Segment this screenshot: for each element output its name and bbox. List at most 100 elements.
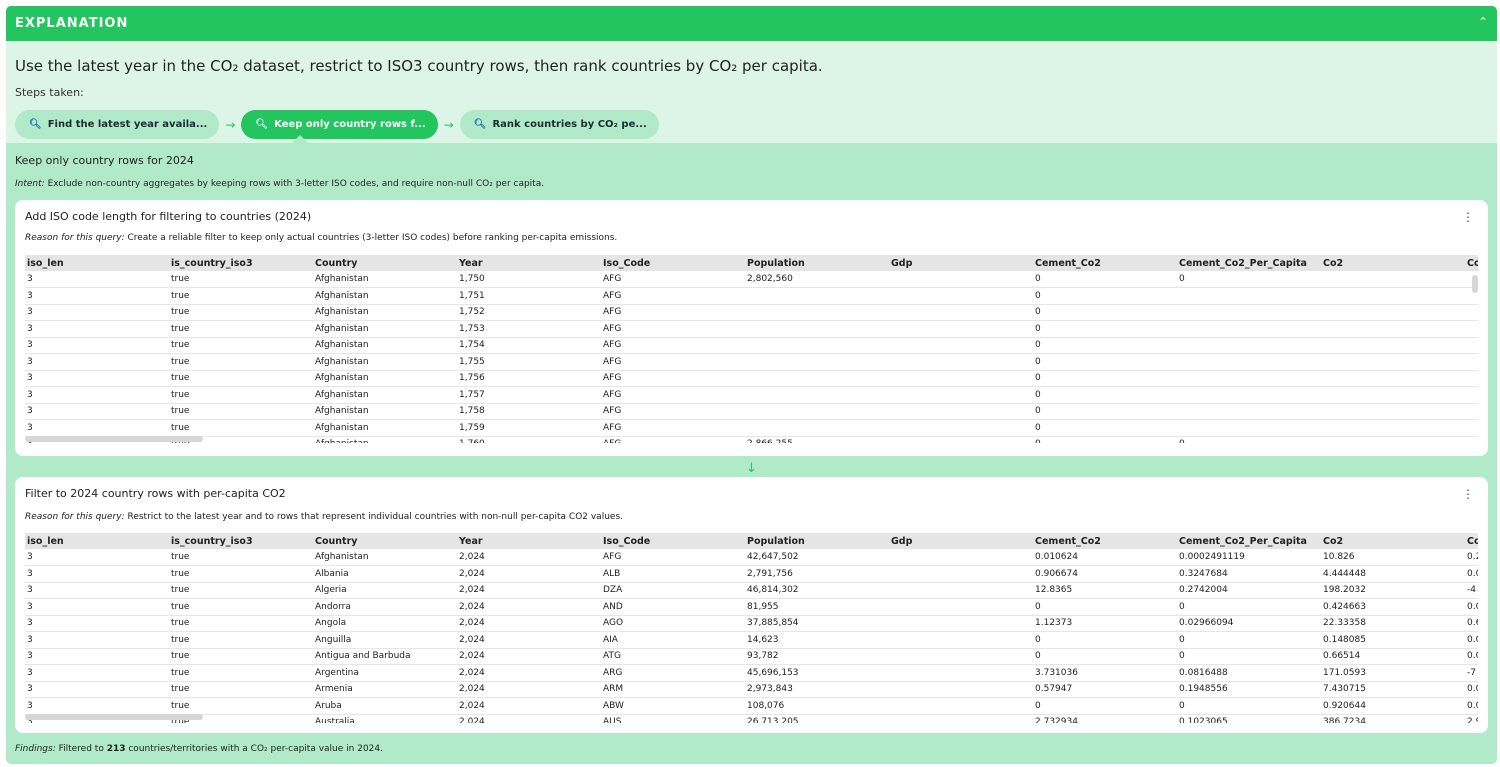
column-header[interactable]: iso_len — [25, 255, 169, 271]
chevron-up-icon[interactable]: ⌃ — [1478, 15, 1488, 29]
horizontal-scrollbar[interactable] — [25, 714, 203, 720]
table-cell — [1321, 436, 1465, 443]
column-header[interactable]: Iso_Code — [601, 533, 745, 549]
column-header[interactable]: Cement_Co2 — [1033, 533, 1177, 549]
table-cell: true — [169, 615, 313, 632]
table-cell: Afghanistan — [313, 370, 457, 387]
panel-header[interactable]: EXPLANATION ⌃ — [6, 6, 1497, 41]
table-cell: 0 — [1033, 320, 1177, 338]
table-cell: true — [169, 697, 313, 715]
step-pill-find-latest-year[interactable]: 🔍︎ Find the latest year availa... — [15, 110, 220, 139]
column-header[interactable]: Co2 — [1321, 255, 1465, 271]
column-header[interactable]: Gdp — [889, 533, 1033, 549]
table-cell — [1465, 370, 1478, 387]
table-cell: true — [169, 370, 313, 387]
table-cell — [745, 386, 889, 404]
table-cell: 0.906674 — [1033, 565, 1177, 583]
table-cell: true — [169, 304, 313, 321]
column-header[interactable]: Population — [745, 255, 889, 271]
table-cell: 0.424663 — [1321, 598, 1465, 616]
findings-text-before: Filtered to — [55, 744, 107, 754]
column-header[interactable]: Co — [1465, 255, 1478, 271]
table-cell — [1465, 304, 1478, 321]
table-cell: 108,076 — [745, 697, 889, 715]
table-cell — [889, 386, 1033, 404]
table-cell: 2.732934 — [1033, 714, 1177, 723]
table-cell: 1,750 — [457, 271, 601, 288]
findings: Findings: Filtered to 213 countries/terr… — [15, 744, 383, 754]
step-pill-rank-countries[interactable]: 🔍︎ Rank countries by CO₂ pe... — [459, 110, 659, 139]
reason-label: Reason for this query: — [25, 233, 125, 243]
table-cell: Afghanistan — [313, 419, 457, 437]
table-cell: AFG — [601, 353, 745, 371]
results-table-wrapper[interactable]: iso_len is_country_iso3 Country Year Iso_Cod… — [25, 255, 1478, 443]
column-header[interactable]: Country — [313, 255, 457, 271]
step-pill-label: Find the latest year availa... — [47, 119, 208, 130]
column-header[interactable]: Co — [1465, 533, 1478, 549]
table-cell: 0.66514 — [1321, 648, 1465, 665]
column-header[interactable]: Year — [457, 533, 601, 549]
column-header[interactable]: Gdp — [889, 255, 1033, 271]
column-header[interactable]: Cement_Co2 — [1033, 255, 1177, 271]
column-header[interactable]: Population — [745, 533, 889, 549]
table-cell — [1177, 287, 1321, 305]
column-header[interactable]: Co2 — [1321, 533, 1465, 549]
table-cell: 1,757 — [457, 386, 601, 404]
table-cell — [1321, 337, 1465, 354]
table-cell: Angola — [313, 615, 457, 632]
table-cell: DZA — [601, 582, 745, 599]
findings-label: Findings: — [15, 744, 56, 754]
table-cell: AFG — [601, 320, 745, 338]
table-row: 3 true Afghanistan 1,750 AFG 2,802,560 0 0 — [25, 271, 1478, 288]
table-cell: 0.0 — [1465, 631, 1478, 649]
column-header[interactable]: Year — [457, 255, 601, 271]
more-options-icon[interactable]: ⋮ — [1462, 210, 1474, 224]
query-reason: Reason for this query: Create a reliable… — [25, 233, 617, 243]
table-cell — [745, 304, 889, 321]
active-step-pointer — [292, 135, 308, 143]
table-cell: 3 — [25, 353, 169, 371]
table-cell: 2,024 — [457, 598, 601, 616]
results-table: iso_len is_country_iso3 Country Year Iso_Cod… — [25, 533, 1478, 723]
step-pill-label: Keep only country rows f... — [274, 119, 426, 130]
table-row: 3 true Australia 2,024 AUS 26,713,205 2.732934… — [25, 714, 1478, 723]
query-title: Filter to 2024 country rows with per-cap… — [25, 487, 286, 500]
column-header[interactable]: is_country_iso3 — [169, 255, 313, 271]
arrow-right-icon: → — [225, 117, 236, 132]
table-cell: 0.0 — [1465, 681, 1478, 698]
table-cell: 46,814,302 — [745, 582, 889, 599]
table-cell — [1321, 271, 1465, 288]
table-row: 3 true Afghanistan 1,758 AFG 0 — [25, 403, 1478, 420]
table-cell — [889, 304, 1033, 321]
more-options-icon[interactable]: ⋮ — [1462, 487, 1474, 501]
table-cell: 3 — [25, 664, 169, 682]
column-header[interactable]: iso_len — [25, 533, 169, 549]
horizontal-scrollbar[interactable] — [25, 436, 203, 442]
vertical-scrollbar[interactable] — [1472, 275, 1478, 293]
table-cell: 0 — [1033, 697, 1177, 715]
column-header[interactable]: is_country_iso3 — [169, 533, 313, 549]
column-header[interactable]: Cement_Co2_Per_Capita — [1177, 533, 1321, 549]
column-header[interactable]: Country — [313, 533, 457, 549]
table-cell — [889, 436, 1033, 443]
table-cell — [1177, 386, 1321, 404]
table-cell: 3 — [25, 320, 169, 338]
table-cell — [889, 353, 1033, 371]
table-cell: Afghanistan — [313, 287, 457, 305]
table-cell: 0.148085 — [1321, 631, 1465, 649]
table-cell: 7.430715 — [1321, 681, 1465, 698]
table-cell: AFG — [601, 271, 745, 288]
table-cell — [889, 565, 1033, 583]
column-header[interactable]: Cement_Co2_Per_Capita — [1177, 255, 1321, 271]
table-row: 3 true Afghanistan 1,753 AFG 0 — [25, 320, 1478, 338]
step-pill-keep-country-rows[interactable]: 🔍︎ Keep only country rows f... — [241, 110, 438, 139]
table-cell — [889, 582, 1033, 599]
column-header[interactable]: Iso_Code — [601, 255, 745, 271]
table-cell: Andorra — [313, 598, 457, 616]
table-cell: 42,647,502 — [745, 549, 889, 566]
results-table-wrapper[interactable]: iso_len is_country_iso3 Country Year Iso_Cod… — [25, 533, 1478, 723]
table-cell — [1321, 304, 1465, 321]
table-cell: Australia — [313, 714, 457, 723]
table-cell: 0.0002491119 — [1177, 549, 1321, 566]
table-cell: 2,024 — [457, 681, 601, 698]
